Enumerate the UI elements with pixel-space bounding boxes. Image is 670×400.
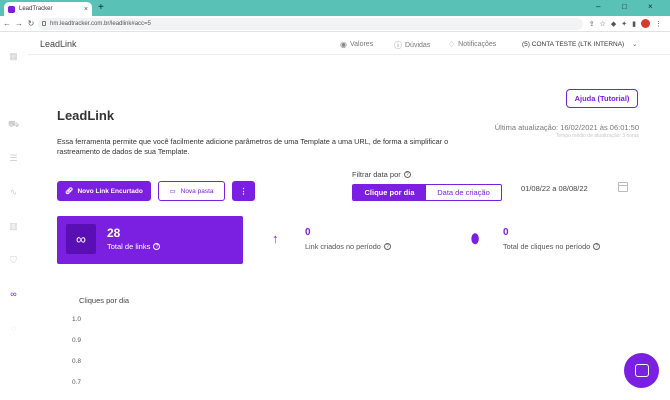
notifications-label: Notificações (458, 41, 497, 48)
chat-icon (634, 364, 649, 377)
more-options-button[interactable]: ⋮ (232, 181, 255, 201)
new-link-label: Novo Link Encurtado (77, 187, 143, 195)
total-clicks-help-icon[interactable]: ? (593, 243, 601, 250)
total-links-value: 28 (107, 226, 121, 240)
date-range-text[interactable]: 01/08/22 a 08/08/22 (521, 184, 588, 193)
values-link[interactable]: ◉ Valores (340, 40, 373, 49)
y-tick-label: 0.7 (72, 379, 82, 386)
leadtracker-favicon-icon (8, 5, 15, 13)
browser-tab-strip: LeadTracker × + – □ × (0, 0, 670, 16)
account-name: (5) CONTA TESTE (LTK INTERNA) (522, 41, 625, 48)
help-link[interactable]: ⓘ Dúvidas (394, 40, 430, 51)
y-tick-label: 0.8 (72, 358, 82, 365)
extension-icon[interactable]: ◆ (611, 20, 616, 28)
filter-label-text: Filtrar data por (352, 170, 401, 179)
new-short-link-button[interactable]: 🔗︎ Novo Link Encurtado (57, 181, 151, 201)
total-links-label-text: Total de links (107, 242, 151, 251)
browser-tab[interactable]: LeadTracker × (4, 2, 92, 16)
link-icon[interactable]: ∞ (8, 289, 19, 300)
total-links-help-icon[interactable]: ? (153, 243, 161, 250)
links-created-value: 0 (305, 227, 311, 238)
help-tutorial-button[interactable]: Ajuda (Tutorial) (566, 89, 638, 108)
brand-title: LeadLink (40, 39, 77, 49)
total-links-label: Total de links ? (107, 242, 161, 251)
lock-icon (42, 21, 46, 26)
arrow-up-icon: ↑ (272, 231, 279, 246)
filter-label: Filtrar data por ? (352, 170, 411, 179)
chevron-down-icon: ⌄ (632, 41, 638, 48)
links-created-label-text: Link criados no período (305, 242, 381, 251)
reload-icon[interactable]: ↻ (26, 19, 36, 28)
total-clicks-label: Total de cliques no período ? (503, 242, 601, 251)
chat-support-button[interactable] (624, 353, 659, 388)
new-folder-button[interactable]: ▭ Nova pasta (158, 181, 225, 201)
total-clicks-value: 0 (503, 227, 509, 238)
trend-icon[interactable]: ∿ (8, 187, 19, 198)
calendar-icon[interactable] (618, 182, 628, 192)
avg-update-time-text: Tempo médio de atualização: 3 horas (555, 133, 639, 139)
y-tick-label: 0.9 (72, 337, 82, 344)
new-folder-label: Nova pasta (180, 187, 214, 195)
back-icon[interactable]: ← (2, 19, 12, 28)
browser-toolbar: ← → ↻ hm.leadtracker.com.br/leadlink#acc… (0, 16, 670, 32)
chart-title: Cliques por dia (79, 296, 130, 305)
eye-icon: ◉ (340, 40, 347, 49)
filter-click-per-day-option[interactable]: Clique por dia (353, 185, 426, 200)
url-text: hm.leadtracker.com.br/leadlink#acc=5 (50, 21, 151, 27)
new-tab-button[interactable]: + (98, 2, 104, 14)
shield-icon[interactable]: ⛉ (8, 255, 19, 266)
minimize-icon[interactable]: – (596, 2, 600, 11)
filter-help-icon[interactable]: ? (403, 171, 411, 178)
close-window-icon[interactable]: × (648, 2, 653, 11)
filter-creation-date-option[interactable]: Data de criação (426, 185, 501, 200)
share-icon[interactable]: ⇪ (589, 20, 595, 28)
browser-extensions: ⇪ ☆ ◆ ✦ ▮ ⋮ (589, 19, 662, 28)
dashboard-icon[interactable]: ▦ (8, 51, 19, 62)
total-clicks-label-text: Total de cliques no período (503, 242, 591, 251)
database-icon[interactable]: ☰ (8, 153, 19, 164)
address-bar[interactable]: hm.leadtracker.com.br/leadlink#acc=5 (38, 18, 583, 30)
help-label: Dúvidas (405, 42, 431, 49)
date-filter-toggle: Clique por dia Data de criação (352, 184, 502, 201)
notifications-link[interactable]: ♢ Notificações (448, 40, 496, 49)
page-description: Essa ferramenta permite que você facilme… (57, 137, 449, 156)
y-tick-label: 1.0 (72, 316, 82, 323)
bell-icon: ♢ (448, 40, 456, 49)
account-selector[interactable]: (5) CONTA TESTE (LTK INTERNA) ⌄ (522, 40, 637, 48)
page-title: LeadLink (57, 108, 115, 123)
cart-icon[interactable]: ⛟ (8, 119, 19, 130)
links-created-help-icon[interactable]: ? (383, 243, 391, 250)
total-links-card: ∞ 28 Total de links ? (57, 216, 243, 264)
folder-icon: ▭ (169, 188, 176, 195)
link-icon: ∞ (66, 224, 96, 254)
tab-title: LeadTracker (19, 6, 53, 12)
last-update-text: Última atualização: 16/02/2021 às 06:01:… (494, 123, 639, 132)
bookmark-star-icon[interactable]: ☆ (600, 20, 606, 28)
link-icon: 🔗︎ (65, 188, 74, 195)
puzzle-icon[interactable]: ✦ (621, 20, 627, 28)
tab-close-icon[interactable]: × (84, 6, 88, 13)
info-icon[interactable]: ◌ (8, 323, 19, 334)
forward-icon[interactable]: → (14, 19, 24, 28)
profile-avatar[interactable] (641, 19, 650, 28)
values-label: Valores (349, 41, 374, 48)
browser-menu-icon[interactable]: ⋮ (655, 20, 662, 28)
app-sidebar: ▦ ⛟ ☰ ∿ ▥ ⛉ ∞ ◌ (0, 33, 28, 400)
help-icon: ⓘ (394, 41, 402, 50)
sidebar-toggle-icon[interactable]: ▮ (632, 20, 636, 28)
maximize-icon[interactable]: □ (622, 2, 627, 11)
app-header: LeadLink ◉ Valores ⓘ Dúvidas ♢ Notificaç… (28, 33, 670, 55)
links-created-label: Link criados no período ? (305, 242, 391, 251)
building-icon[interactable]: ▥ (8, 221, 19, 232)
mouse-icon: ⬮ (471, 231, 480, 246)
